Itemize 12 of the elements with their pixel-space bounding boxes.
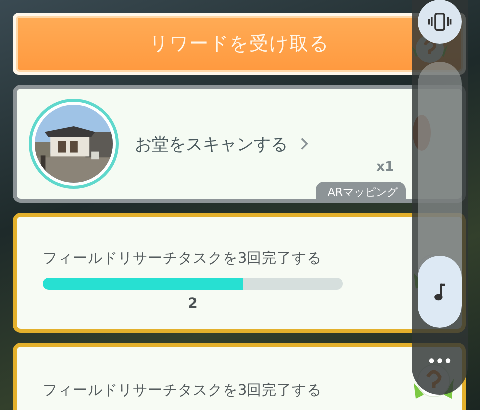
progress-count: 2 xyxy=(188,296,198,312)
more-icon[interactable] xyxy=(429,358,451,364)
task-title[interactable]: お堂をスキャンする xyxy=(135,132,288,156)
chevron-icon[interactable] xyxy=(300,137,309,151)
music-note-icon xyxy=(434,282,446,302)
vibrate-button[interactable] xyxy=(418,0,462,44)
volume-slider[interactable] xyxy=(418,62,462,328)
task-title: フィールドリサーチタスクを3回完了する xyxy=(43,250,324,268)
item-count: x1 xyxy=(376,160,394,175)
vibrate-icon xyxy=(427,13,453,31)
volume-fill[interactable] xyxy=(418,256,462,328)
task-title: フィールドリサーチタスクを3回完了する xyxy=(43,382,324,400)
